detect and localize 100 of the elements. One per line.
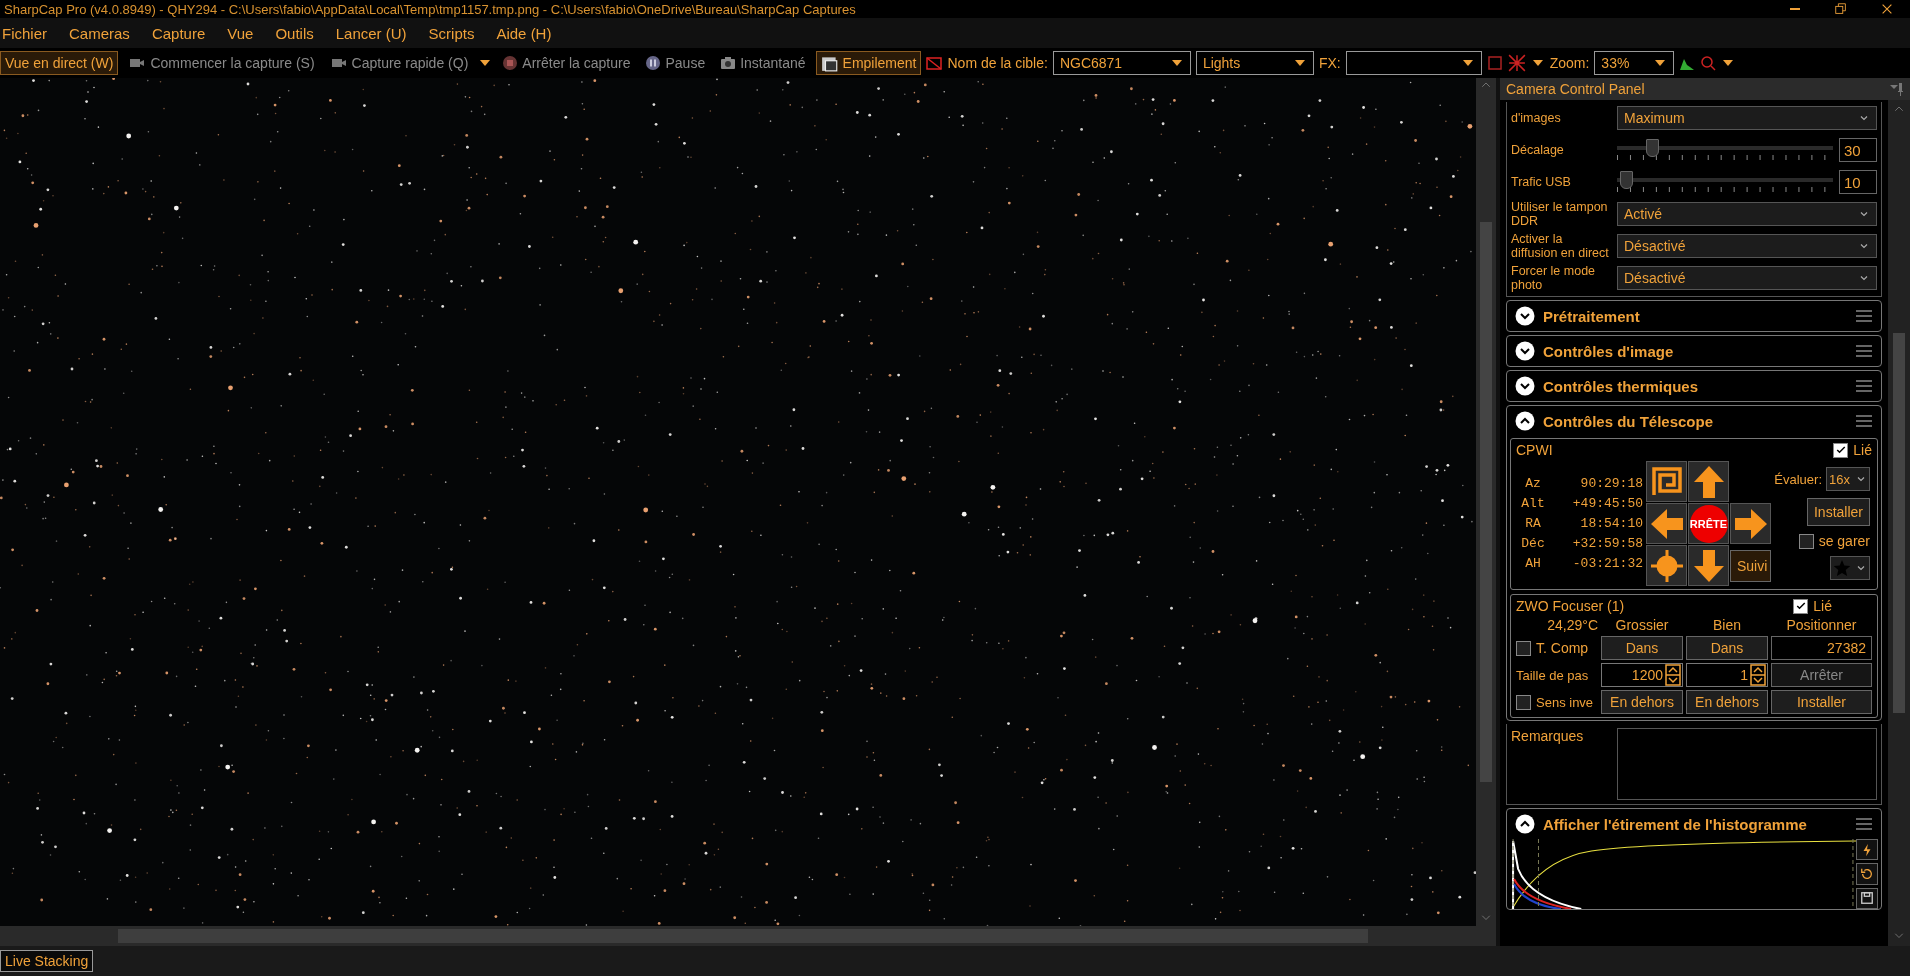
section-header[interactable]: Afficher l'étirement de l'histogramme	[1507, 809, 1881, 839]
right-button[interactable]	[1730, 503, 1771, 544]
rate-dropdown[interactable]: 16x	[1826, 467, 1870, 491]
out-button[interactable]: En dehors	[1601, 690, 1683, 714]
menu-item[interactable]: Aide (H)	[494, 24, 552, 42]
in-button[interactable]: Dans	[1601, 636, 1683, 660]
coordinate-value: 18:54:10	[1579, 516, 1644, 531]
scrollbar-thumb[interactable]	[1480, 222, 1492, 782]
section-header[interactable]: Contrôles du Télescope	[1507, 406, 1881, 436]
checkbox[interactable]	[1516, 694, 1531, 710]
menu-icon	[1855, 412, 1873, 430]
stack-icon	[820, 54, 839, 72]
tab[interactable]: Live Stacking	[0, 950, 94, 972]
notes-field[interactable]	[1617, 728, 1877, 800]
left-button[interactable]	[1646, 503, 1687, 544]
target-label: Nom de la cible:	[947, 55, 1048, 71]
menu-item[interactable]: Fichier	[0, 24, 47, 42]
temperature: 24,29°C	[1546, 617, 1598, 633]
scrollbar-thumb[interactable]	[1893, 333, 1905, 713]
checkbox[interactable]	[1516, 640, 1531, 656]
down-button[interactable]	[1688, 545, 1729, 586]
tracking-button[interactable]: Suivi	[1730, 549, 1771, 582]
slider-thumb[interactable]	[1619, 171, 1633, 189]
mount-name: CPWI	[1516, 442, 1553, 458]
value-field[interactable]: 30	[1839, 138, 1877, 162]
menu-item[interactable]: Outils	[273, 24, 314, 42]
coordinate-label: Déc	[1520, 536, 1546, 551]
coordinate-label: RA	[1524, 516, 1542, 531]
setup-button[interactable]: Installer	[1771, 690, 1872, 714]
slider-track[interactable]	[1617, 171, 1833, 193]
up-button[interactable]	[1688, 461, 1729, 502]
zoom-label: Zoom:	[1549, 55, 1590, 71]
dropdown[interactable]: Activé	[1617, 202, 1877, 226]
out-button[interactable]: En dehors	[1686, 690, 1768, 714]
menu-icon	[1855, 307, 1873, 325]
checkbox-label: Sens inve	[1536, 694, 1594, 710]
setting-label: Trafic USB	[1511, 175, 1572, 189]
section-header[interactable]: Prétraitement	[1507, 301, 1881, 331]
menu-icon	[1855, 815, 1873, 833]
column-heading: Bien	[1712, 617, 1742, 633]
scrollbar[interactable]	[1476, 78, 1496, 926]
stop-button[interactable]: RRÊTE	[1689, 504, 1728, 543]
spiral-button[interactable]	[1646, 461, 1687, 502]
slider-thumb[interactable]	[1645, 139, 1659, 157]
menu-item[interactable]: Vue	[225, 24, 254, 42]
step-spinbox[interactable]: 1	[1686, 663, 1768, 687]
dropdown[interactable]: Désactivé	[1617, 234, 1877, 258]
stop-icon	[502, 55, 519, 71]
scrollbar[interactable]	[1888, 100, 1910, 946]
toolbar-button[interactable]: Empilement	[815, 51, 922, 75]
toolbar-button[interactable]: Vue en direct (W)	[0, 51, 119, 75]
in-button[interactable]: Dans	[1686, 636, 1768, 660]
window-title: SharpCap Pro (v4.0.8949) - QHY294 - C:\Users\fabio\AppData\Local\Temp\tmp1157.tmp.png - C:\Users\fabio\OneDrive\Bureau\SharpCap Captures	[4, 1, 857, 17]
checkbox-label: Lié	[1813, 598, 1832, 614]
reset-button[interactable]	[1856, 863, 1878, 885]
save-button[interactable]	[1856, 887, 1878, 909]
zoom-combobox[interactable]: 33%	[1594, 51, 1675, 75]
checkbox[interactable]	[1793, 598, 1809, 614]
slider-track[interactable]	[1617, 139, 1833, 161]
coordinate-label: AH	[1524, 556, 1542, 571]
menu-item[interactable]: Cameras	[67, 24, 130, 42]
checkbox-label: T. Comp	[1536, 640, 1589, 656]
crosshair-icon	[1649, 548, 1684, 583]
coordinate-value: +49:45:50	[1571, 496, 1644, 511]
search-icon	[1700, 55, 1717, 71]
camera-icon	[720, 55, 737, 71]
fx-combobox[interactable]	[1345, 51, 1482, 75]
panel-title: Camera Control Panel	[1506, 81, 1645, 97]
star-dropdown[interactable]	[1830, 556, 1870, 580]
setting-label: d'images	[1511, 111, 1562, 125]
star-icon	[1833, 559, 1851, 577]
target-combobox[interactable]: NGC6871	[1052, 51, 1191, 75]
crosshair-button[interactable]	[1646, 545, 1687, 586]
menu-item[interactable]: Lancer (U)	[333, 24, 407, 42]
value-field[interactable]: 10	[1839, 170, 1877, 194]
minimize-icon	[1790, 8, 1800, 10]
checkbox-label: Lié	[1853, 442, 1872, 458]
frame-type-combobox[interactable]: Lights	[1195, 51, 1314, 75]
restore-icon	[1834, 2, 1848, 16]
menu-item[interactable]: Scripts	[426, 24, 475, 42]
setup-button[interactable]: Installer	[1806, 498, 1870, 526]
chevron-up-icon	[1515, 411, 1535, 431]
coordinate-value: 90:29:18	[1579, 476, 1644, 491]
coordinate-label: Az	[1524, 476, 1542, 491]
horizontal-scrollbar[interactable]	[0, 926, 1496, 946]
dropdown[interactable]: Maximum	[1617, 106, 1877, 130]
auto-stretch-button[interactable]	[1856, 839, 1878, 861]
coordinate-value: -03:21:32	[1571, 556, 1644, 571]
checkbox[interactable]	[1798, 533, 1814, 549]
column-heading: Positionner	[1785, 617, 1858, 633]
menu-item[interactable]: Capture	[149, 24, 206, 42]
checkbox[interactable]	[1833, 442, 1849, 458]
dropdown[interactable]: Désactivé	[1617, 266, 1877, 290]
section-header[interactable]: Contrôles d'image	[1507, 336, 1881, 366]
position-field[interactable]: 27382	[1771, 636, 1872, 660]
section-header[interactable]: Contrôles thermiques	[1507, 371, 1881, 401]
chevron-down-icon	[1515, 341, 1535, 361]
menu-icon	[1855, 342, 1873, 360]
step-spinbox[interactable]: 1200	[1601, 663, 1683, 687]
spinner-icon	[1665, 664, 1681, 686]
